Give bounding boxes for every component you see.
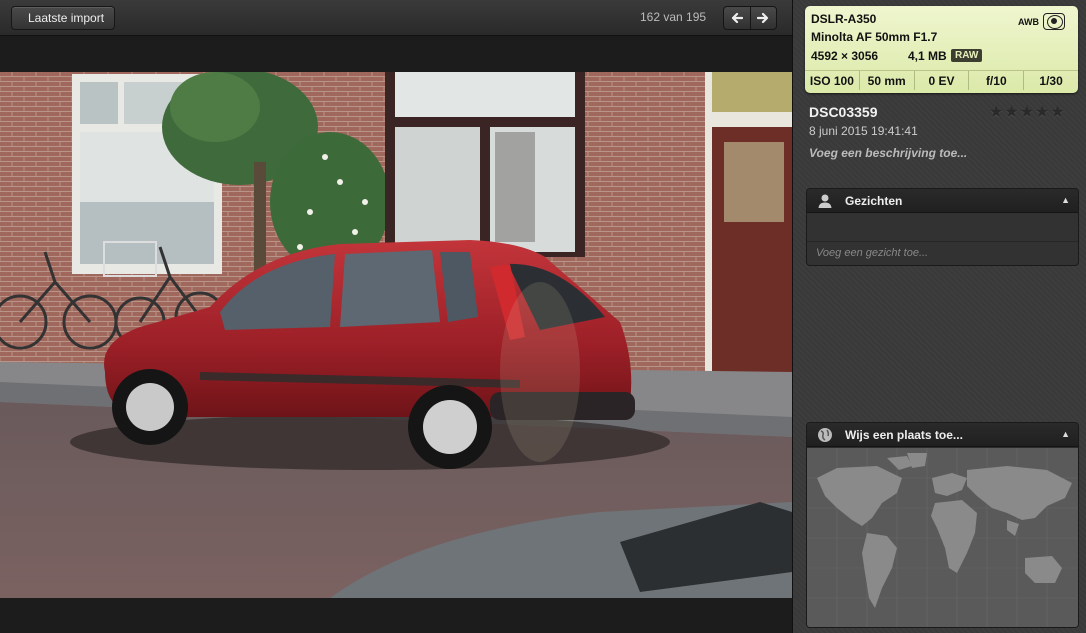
metering-icon [1043, 13, 1065, 30]
photo-title[interactable]: DSC03359 [809, 104, 878, 120]
photo-viewer: Laatste import 162 van 195 [0, 0, 792, 633]
exposure-comp-value: 0 EV [913, 71, 969, 90]
image-dimensions: 4592 × 3056 [811, 49, 879, 63]
globe-icon [818, 428, 832, 442]
info-inspector: DSLR-A350 Minolta AF 50mm F1.7 4592 × 30… [792, 0, 1086, 633]
white-balance: AWB [1018, 17, 1039, 27]
camera-model: DSLR-A350 [811, 12, 877, 26]
faces-panel-header[interactable]: Gezichten ▲ [807, 189, 1078, 213]
person-icon [818, 194, 832, 208]
collapse-toggle-icon[interactable]: ▲ [1061, 195, 1070, 205]
main-photo[interactable] [0, 72, 792, 598]
exposure-stats: ISO 100 50 mm 0 EV f/10 1/30 [805, 70, 1078, 90]
arrow-right-icon [757, 12, 769, 24]
lens-model: Minolta AF 50mm F1.7 [811, 30, 938, 44]
iso-value: ISO 100 [809, 74, 854, 88]
description-field[interactable]: Voeg een beschrijving toe... [809, 146, 967, 160]
focal-length-value: 50 mm [858, 71, 914, 90]
photo-counter: 162 van 195 [640, 10, 707, 24]
places-panel: Wijs een plaats toe... ▲ [806, 422, 1079, 628]
photo-image [0, 72, 792, 598]
shutter-value: 1/30 [1023, 71, 1078, 90]
aperture-value: f/10 [968, 71, 1023, 90]
faces-panel-title: Gezichten [845, 194, 903, 208]
faces-list: Voeg een gezicht toe... [807, 213, 1078, 265]
raw-badge: RAW [951, 49, 983, 62]
places-panel-header[interactable]: Wijs een plaats toe... ▲ [807, 423, 1078, 447]
file-size: 4,1 MB [908, 49, 947, 63]
next-photo-button[interactable] [749, 7, 777, 29]
photo-date[interactable]: 8 juni 2015 19:41:41 [809, 124, 918, 138]
places-panel-title: Wijs een plaats toe... [845, 428, 963, 442]
back-to-last-import-button[interactable]: Laatste import [11, 6, 116, 30]
world-map[interactable] [807, 448, 1078, 627]
previous-photo-button[interactable] [724, 7, 750, 29]
world-map-image [807, 448, 1078, 627]
faces-panel: Gezichten ▲ Voeg een gezicht toe... [806, 188, 1079, 266]
rating-stars[interactable]: ★★★★★ [989, 102, 1066, 122]
exif-card: DSLR-A350 Minolta AF 50mm F1.7 4592 × 30… [805, 6, 1078, 93]
collapse-toggle-icon[interactable]: ▲ [1061, 429, 1070, 439]
arrow-left-icon [731, 12, 743, 24]
viewer-toolbar: Laatste import 162 van 195 [0, 0, 792, 36]
photo-navigation [723, 6, 777, 30]
add-face-field[interactable]: Voeg een gezicht toe... [816, 247, 928, 259]
